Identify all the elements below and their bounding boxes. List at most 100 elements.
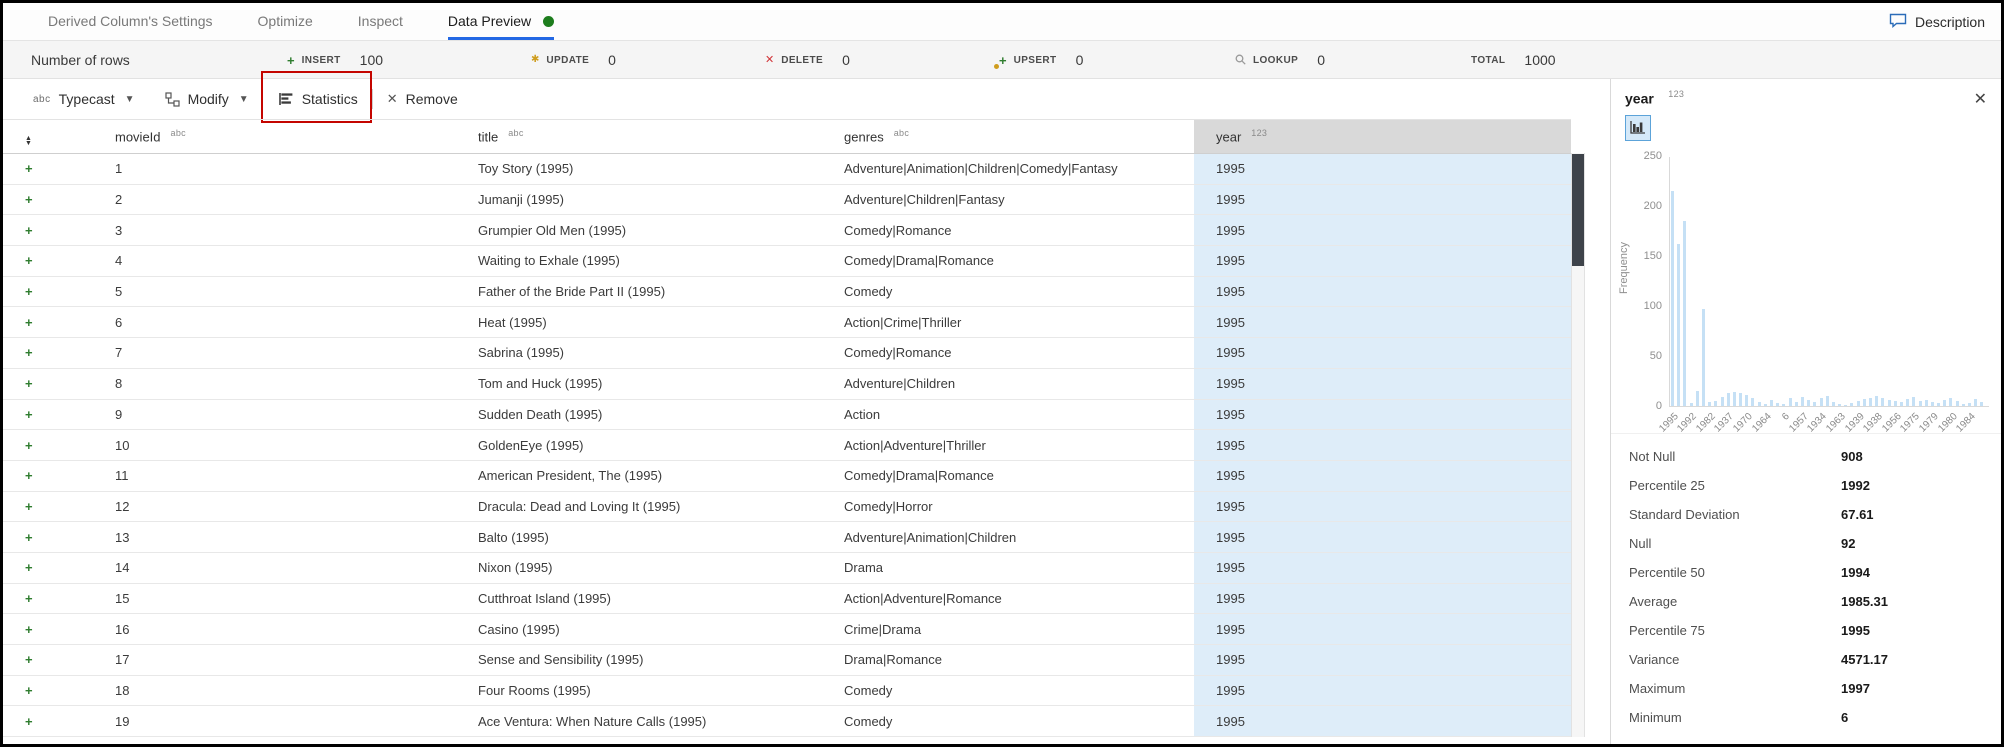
insert-plus-icon[interactable]: + xyxy=(25,284,33,299)
table-row: +8 Tom and Huck (1995) Adventure|Children 1… xyxy=(3,368,1571,400)
column-header-title[interactable]: title abc xyxy=(456,119,822,154)
stat-value: 1997 xyxy=(1841,681,1870,697)
table-row: +10 GoldenEye (1995) Action|Adventure|Thri… xyxy=(3,429,1571,461)
remove-button[interactable]: ✕ Remove xyxy=(385,79,460,119)
bar-chart-icon xyxy=(278,92,294,106)
tab-label: Inspect xyxy=(357,13,403,29)
insert-plus-icon[interactable]: + xyxy=(25,438,33,453)
table-row: +14 Nixon (1995) Drama 1995 xyxy=(3,552,1571,584)
vertical-scrollbar[interactable] xyxy=(1571,153,1585,738)
insert-plus-icon[interactable]: + xyxy=(25,622,33,637)
row-metrics-bar: Number of rows + INSERT 100 ✱ UPDATE 0 ✕ DELETE… xyxy=(3,41,2001,79)
cell-title: Jumanji (1995) xyxy=(456,184,822,216)
insert-plus-icon[interactable]: + xyxy=(25,407,33,422)
stat-label: Percentile 25 xyxy=(1629,478,1705,494)
table-row: +11 American President, The (1995) Comedy|… xyxy=(3,460,1571,492)
insert-plus-icon[interactable]: + xyxy=(25,468,33,483)
close-x-icon: ✕ xyxy=(386,91,398,106)
typecast-button[interactable]: abc Typecast ▼ xyxy=(31,79,137,119)
insert-plus-icon[interactable]: + xyxy=(25,192,33,207)
insert-plus-icon[interactable]: + xyxy=(25,315,33,330)
histogram-bar xyxy=(1949,398,1953,407)
insert-plus-icon[interactable]: + xyxy=(25,376,33,391)
cell-movieid: 17 xyxy=(93,644,456,676)
modify-icon xyxy=(164,91,180,107)
tab-derived-column-s-settings[interactable]: Derived Column's Settings xyxy=(48,3,213,40)
stat-value: 92 xyxy=(1841,536,1856,552)
insert-plus-icon[interactable]: + xyxy=(25,591,33,606)
grid-header-row: ▲ ▼ movieId abc title abc genres abc year 123 xyxy=(3,119,1571,154)
row-insert-cell: + xyxy=(3,214,93,247)
cell-genres: Adventure|Children|Fantasy xyxy=(822,184,1194,216)
stat-row-variance: Variance 4571.17 xyxy=(1611,645,2001,674)
metric-label: UPDATE xyxy=(546,54,590,66)
column-header-year[interactable]: year 123 xyxy=(1194,119,1571,154)
insert-plus-icon[interactable]: + xyxy=(25,683,33,698)
cell-genres: Comedy xyxy=(822,276,1194,308)
tab-optimize[interactable]: Optimize xyxy=(258,3,313,40)
table-row: +4 Waiting to Exhale (1995) Comedy|Drama|R… xyxy=(3,245,1571,277)
statistics-list: Not Null 908 Percentile 25 1992 Standard Dev… xyxy=(1611,433,2001,732)
insert-plus-icon[interactable]: + xyxy=(25,560,33,575)
tab-data-preview[interactable]: Data Preview xyxy=(447,3,555,40)
cell-genres: Adventure|Animation|Children xyxy=(822,521,1194,553)
modify-button[interactable]: Modify ▼ xyxy=(163,79,251,119)
year-histogram: Frequency 0 50 100 150 200 250 1995 1992 1982 19… xyxy=(1618,150,1989,435)
table-row: +6 Heat (1995) Action|Crime|Thriller 1995 xyxy=(3,306,1571,339)
histogram-bar xyxy=(1751,398,1755,407)
close-panel-button[interactable]: ✕ xyxy=(1974,89,1987,109)
statistics-button[interactable]: Statistics xyxy=(277,91,360,107)
type-badge-abc: abc xyxy=(893,128,910,139)
app-window: Derived Column's Settings Optimize Inspect… xyxy=(0,0,2004,747)
cell-title: Waiting to Exhale (1995) xyxy=(456,245,822,277)
row-insert-cell: + xyxy=(3,337,93,369)
scrollbar-thumb[interactable] xyxy=(1572,154,1584,266)
type-badge-abc: abc xyxy=(508,128,524,139)
y-tick-label: 150 xyxy=(1643,250,1662,263)
statistics-panel: year 123 ✕ Frequency 0 50 100 150 200 250 199… xyxy=(1611,79,2001,744)
metric-lookup: LOOKUP 0 xyxy=(1235,41,1325,79)
insert-plus-icon[interactable]: + xyxy=(25,652,33,667)
table-row: +1 Toy Story (1995) Adventure|Animation|Ch… xyxy=(3,153,1571,185)
histogram-toggle-button[interactable] xyxy=(1625,115,1651,142)
panel-header: year 123 ✕ xyxy=(1611,79,2001,108)
stat-row-minimum: Minimum 6 xyxy=(1611,703,2001,732)
histogram-bar xyxy=(1875,396,1879,407)
stat-label: Null xyxy=(1629,536,1652,552)
sort-header[interactable]: ▲ ▼ xyxy=(3,119,93,154)
cell-year: 1995 xyxy=(1194,613,1571,645)
stat-row-percentile-50: Percentile 50 1994 xyxy=(1611,558,2001,587)
insert-plus-icon[interactable]: + xyxy=(25,530,33,545)
description-button[interactable]: Description xyxy=(1889,3,1985,40)
cell-year: 1995 xyxy=(1194,491,1571,523)
cell-title: Father of the Bride Part II (1995) xyxy=(456,276,822,308)
insert-plus-icon[interactable]: + xyxy=(25,499,33,514)
metric-value: 0 xyxy=(842,52,850,68)
metric-value: 100 xyxy=(359,52,384,68)
cell-genres: Comedy|Horror xyxy=(822,491,1194,523)
table-row: +7 Sabrina (1995) Comedy|Romance 1995 xyxy=(3,337,1571,369)
tab-inspect[interactable]: Inspect xyxy=(358,3,403,40)
x-axis-labels: 1995 1992 1982 1937 1970 1964 6 1957 1934 1963 193… xyxy=(1657,406,1989,464)
cell-title: Heat (1995) xyxy=(456,306,822,339)
insert-plus-icon[interactable]: + xyxy=(25,223,33,238)
column-header-movieid[interactable]: movieId abc xyxy=(93,119,456,154)
cell-genres: Action xyxy=(822,399,1194,431)
histogram-bar xyxy=(1825,396,1829,407)
cell-genres: Action|Adventure|Romance xyxy=(822,583,1194,615)
insert-plus-icon[interactable]: + xyxy=(25,253,33,268)
cell-year: 1995 xyxy=(1194,337,1571,369)
column-header-genres[interactable]: genres abc xyxy=(822,119,1194,154)
sort-icon[interactable]: ▲ ▼ xyxy=(25,135,32,147)
column-toolbar: abc Typecast ▼ Modify ▼ Statistics ✕ Rem… xyxy=(3,71,1610,123)
insert-plus-icon[interactable]: + xyxy=(25,161,33,176)
abc-icon: abc xyxy=(33,93,51,105)
row-insert-cell: + xyxy=(3,276,93,308)
delete-x-icon: ✕ xyxy=(765,53,775,66)
stat-row-standard-deviation: Standard Deviation 67.61 xyxy=(1611,500,2001,529)
insert-plus-icon[interactable]: + xyxy=(25,714,33,729)
cell-year: 1995 xyxy=(1194,276,1571,308)
y-tick-label: 100 xyxy=(1643,300,1662,313)
cell-year: 1995 xyxy=(1194,429,1571,461)
insert-plus-icon[interactable]: + xyxy=(25,345,33,360)
